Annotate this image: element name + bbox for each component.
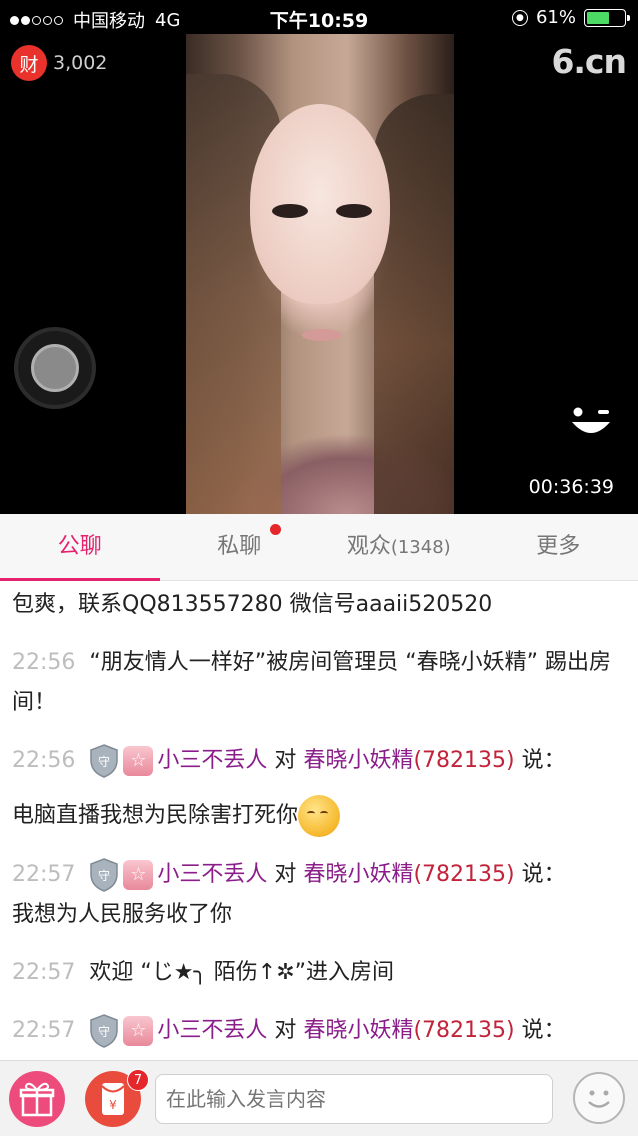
says-word: 说： xyxy=(521,862,566,887)
svg-text:守: 守 xyxy=(98,869,110,883)
message-time: 22:56 xyxy=(12,748,76,773)
shy-smile-emoji-icon xyxy=(298,795,341,837)
wealth-icon: 财 xyxy=(11,45,47,81)
gift-button[interactable] xyxy=(9,1071,65,1127)
says-word: 说： xyxy=(521,1018,566,1043)
assistive-knob xyxy=(31,344,79,392)
chat-message: 22:57 欢迎 “じ★╮ 陌伤↑✲”进入房间 xyxy=(12,953,626,993)
message-time: 22:57 xyxy=(12,960,76,985)
wealth-badge[interactable]: 财 3,002 xyxy=(11,45,107,81)
target-id: (782135) xyxy=(413,862,515,887)
vip-star-badge-icon: ☆ xyxy=(123,860,154,890)
chat-message: 22:57 守 ☆ 小三不丢人 对 春晓小妖精(782135) 说： 我想为人民服务收… xyxy=(12,855,626,935)
message-text: 欢迎 “じ★╮ 陌伤↑✲”进入房间 xyxy=(89,960,395,985)
target-name[interactable]: 春晓小妖精 xyxy=(303,748,413,773)
chat-message: 22:56 “朋友情人一样好”被房间管理员 “春晓小妖精” 踢出房间！ xyxy=(12,643,626,723)
message-time: 22:56 xyxy=(12,650,76,675)
sender-name[interactable]: 小三不丢人 xyxy=(157,1018,267,1043)
site-logo: 6.cn xyxy=(551,42,627,81)
target-name[interactable]: 春晓小妖精 xyxy=(303,1018,413,1043)
bottom-input-bar: ¥ 7 xyxy=(0,1060,638,1136)
audience-count: (1348) xyxy=(390,537,451,558)
to-word: 对 xyxy=(274,1018,297,1043)
svg-text:¥: ¥ xyxy=(109,1098,117,1112)
svg-text:守: 守 xyxy=(98,1025,110,1039)
chat-tabs: 公聊 私聊 观众(1348) 更多 xyxy=(0,514,638,581)
tab-label: 私聊 xyxy=(217,534,262,559)
message-text: “朋友情人一样好”被房间管理员 “春晓小妖精” 踢出房间！ xyxy=(12,650,611,715)
red-packet-count-badge: 7 xyxy=(127,1069,149,1091)
chat-message: 包爽，联系QQ813557280 微信号aaaii520520 xyxy=(12,585,626,625)
to-word: 对 xyxy=(274,862,297,887)
svg-text:守: 守 xyxy=(98,755,110,769)
tab-audience[interactable]: 观众(1348) xyxy=(319,514,479,580)
wealth-count: 3,002 xyxy=(53,52,108,74)
guard-badge-icon: 守 xyxy=(90,744,119,778)
tab-public-chat[interactable]: 公聊 xyxy=(0,514,160,581)
sender-name[interactable]: 小三不丢人 xyxy=(157,862,267,887)
chat-message-input[interactable] xyxy=(155,1074,553,1124)
sender-name[interactable]: 小三不丢人 xyxy=(157,748,267,773)
guard-badge-icon: 守 xyxy=(90,858,119,892)
target-id: (782135) xyxy=(413,1018,515,1043)
guard-badge-icon: 守 xyxy=(90,1014,119,1048)
target-name[interactable]: 春晓小妖精 xyxy=(303,862,413,887)
streamer-video xyxy=(186,34,454,514)
status-bar: 中国移动 4G 下午10:59 ● 61% xyxy=(0,0,638,36)
chat-message: 22:56 守 ☆ 小三不丢人 对 春晓小妖精(782135) 说： 电脑直播我想为民… xyxy=(12,741,626,837)
battery-icon xyxy=(584,8,630,27)
gift-icon xyxy=(19,1082,55,1117)
stream-timer: 00:36:39 xyxy=(528,476,614,498)
target-id: (782135) xyxy=(413,748,515,773)
unread-dot xyxy=(269,524,281,535)
battery-percent: 61% xyxy=(535,7,576,28)
vip-star-badge-icon: ☆ xyxy=(123,1016,154,1046)
message-time: 22:57 xyxy=(12,1018,76,1043)
emoji-picker-button[interactable] xyxy=(573,1072,625,1124)
floating-assistive-button[interactable] xyxy=(18,331,92,405)
message-text: 包爽，联系QQ813557280 微信号aaaii520520 xyxy=(12,592,493,617)
smiley-icon xyxy=(588,1090,610,1108)
says-word: 说： xyxy=(521,748,566,773)
tab-label: 观众 xyxy=(346,534,391,559)
live-video-area[interactable]: 中国移动 4G 下午10:59 ● 61% 财 3,002 6.cn 00:36… xyxy=(0,0,638,514)
chat-list[interactable]: 包爽，联系QQ813557280 微信号aaaii520520 22:56 “朋友… xyxy=(0,581,638,1060)
tab-private-chat[interactable]: 私聊 xyxy=(160,514,320,580)
rotation-lock-icon: ● xyxy=(511,9,528,26)
tab-label: 更多 xyxy=(536,534,581,559)
tab-label: 公聊 xyxy=(57,534,102,559)
to-word: 对 xyxy=(274,748,297,773)
message-text: 我想为人民服务收了你 xyxy=(12,902,233,927)
chat-message: 22:57 守 ☆ 小三不丢人 对 春晓小妖精(782135) 说： xyxy=(12,1011,626,1051)
message-time: 22:57 xyxy=(12,862,76,887)
wink-face-icon[interactable] xyxy=(568,404,614,444)
tab-more[interactable]: 更多 xyxy=(479,514,638,580)
message-text: 电脑直播我想为民除害打死你 xyxy=(12,803,299,828)
vip-star-badge-icon: ☆ xyxy=(123,746,154,776)
